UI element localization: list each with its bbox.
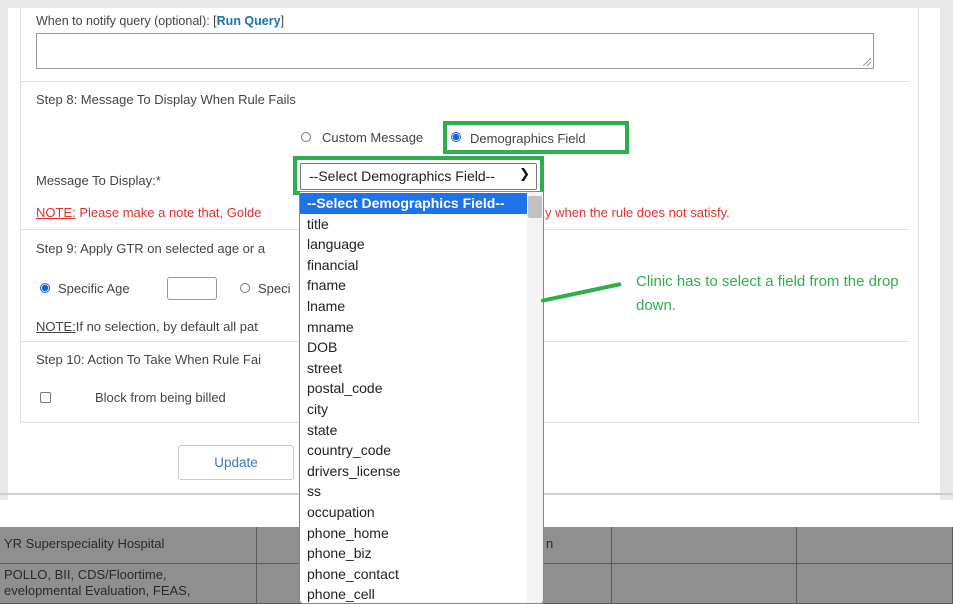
dropdown-option[interactable]: state <box>300 420 527 441</box>
dropdown-option[interactable]: mname <box>300 317 527 338</box>
note-prefix: NOTE: <box>36 205 76 220</box>
run-query-link[interactable]: Run Query <box>217 14 281 28</box>
resize-grip-icon[interactable] <box>863 58 871 66</box>
divider <box>20 81 909 82</box>
message-to-display-label: Message To Display:* <box>36 173 161 188</box>
specific-age-label: Specific Age <box>58 281 130 296</box>
table-cell-text: n <box>546 536 554 551</box>
dropdown-option[interactable]: phone_contact <box>300 564 527 585</box>
table-cell <box>612 564 797 604</box>
scrollbar-track[interactable] <box>527 192 543 603</box>
note-text-left: Please make a note that, Golde <box>75 205 262 220</box>
background-left <box>0 0 8 500</box>
note-text: If no selection, by default all pat <box>75 319 258 334</box>
block-billing-checkbox[interactable] <box>40 392 51 403</box>
note-prefix: NOTE: <box>36 319 76 334</box>
custom-message-radio[interactable] <box>301 132 311 142</box>
table-cell-text: POLLO, BII, CDS/Floortime, <box>4 567 167 582</box>
specific-other-radio[interactable] <box>240 283 250 293</box>
query-label-suffix: ] <box>280 14 285 28</box>
table-cell <box>612 527 797 564</box>
dropdown-option[interactable]: financial <box>300 255 527 276</box>
highlight-demographics-option <box>443 121 629 154</box>
dropdown-option[interactable]: street <box>300 358 527 379</box>
dropdown-option[interactable]: lname <box>300 296 527 317</box>
scrollbar-thumb[interactable] <box>528 196 542 218</box>
dropdown-option[interactable]: drivers_license <box>300 461 527 482</box>
dropdown-option[interactable]: country_code <box>300 440 527 461</box>
dropdown-option[interactable]: --Select Demographics Field-- <box>300 193 527 214</box>
dropdown-option[interactable]: occupation <box>300 502 527 523</box>
dropdown-option[interactable]: ss <box>300 481 527 502</box>
step9-note: NOTE:If no selection, by default all pat <box>36 319 258 334</box>
dropdown-option[interactable]: phone_home <box>300 523 527 544</box>
highlight-select <box>293 156 544 195</box>
dropdown-option[interactable]: title <box>300 214 527 235</box>
table-cell-text: evelopmental Evaluation, FEAS, <box>4 583 191 598</box>
annotation-text: Clinic has to select a field from the dr… <box>636 273 899 314</box>
dropdown-option[interactable]: DOB <box>300 337 527 358</box>
dropdown-option[interactable]: language <box>300 234 527 255</box>
table-cell <box>797 564 953 604</box>
background-right <box>940 0 953 500</box>
dropdown-option[interactable]: phone_cell <box>300 584 527 603</box>
specific-age-radio[interactable] <box>40 283 50 293</box>
step8-note: NOTE: Please make a note that, Golde <box>36 205 261 220</box>
update-button[interactable]: Update <box>178 445 294 480</box>
block-billing-label: Block from being billed <box>95 390 226 405</box>
table-cell-text: YR Superspeciality Hospital <box>4 536 165 551</box>
dropdown-option[interactable]: postal_code <box>300 378 527 399</box>
table-cell <box>544 527 612 564</box>
table-cell <box>544 564 612 604</box>
query-label-text: When to notify query (optional): [ <box>36 14 217 28</box>
step8-title: Step 8: Message To Display When Rule Fai… <box>36 92 296 107</box>
query-label: When to notify query (optional): [Run Qu… <box>36 14 284 28</box>
query-textarea[interactable] <box>36 33 874 69</box>
table-cell <box>797 527 953 564</box>
demographics-dropdown-list[interactable]: --Select Demographics Field-- title langua… <box>299 191 544 604</box>
note-text-right: y when the rule does not satisfy. <box>545 205 730 220</box>
specific-other-label: Speci <box>258 281 291 296</box>
step9-title: Step 9: Apply GTR on selected age or a <box>36 241 266 256</box>
dropdown-option[interactable]: city <box>300 399 527 420</box>
step10-title: Step 10: Action To Take When Rule Fai <box>36 352 261 367</box>
dropdown-option[interactable]: phone_biz <box>300 543 527 564</box>
age-input[interactable] <box>167 277 217 300</box>
custom-message-label: Custom Message <box>322 130 424 145</box>
dropdown-option[interactable]: fname <box>300 275 527 296</box>
